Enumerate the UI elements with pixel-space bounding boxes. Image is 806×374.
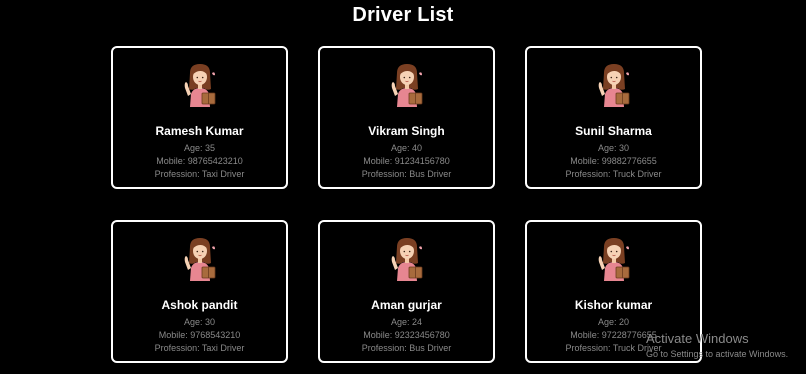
driver-mobile: Mobile: 98765423210 [156,156,243,166]
driver-age: Age: 30 [183,317,216,327]
driver-age: Age: 20 [597,317,630,327]
driver-avatar-icon [177,61,223,107]
driver-age: Age: 40 [390,143,423,153]
driver-name: Sunil Sharma [575,124,652,138]
watermark-title: Activate Windows [646,331,749,346]
driver-profession: Profession: Taxi Driver [154,343,245,353]
driver-card[interactable]: Sunil Sharma Age: 30 Mobile: 99882776655… [525,46,702,189]
driver-age: Age: 30 [597,143,630,153]
page-title: Driver List [352,4,454,26]
driver-name: Kishor kumar [574,298,653,312]
driver-mobile: Mobile: 92323456780 [363,330,450,340]
driver-mobile: Mobile: 9768543210 [158,330,241,340]
driver-profession: Profession: Bus Driver [361,343,452,353]
driver-mobile: Mobile: 99882776655 [570,156,657,166]
driver-profession: Profession: Truck Driver [565,169,662,179]
driver-grid: Ramesh Kumar Age: 35 Mobile: 98765423210… [111,46,702,363]
driver-name: Ramesh Kumar [155,124,244,138]
driver-avatar-icon [591,235,637,281]
driver-card[interactable]: Vikram Singh Age: 40 Mobile: 91234156780… [318,46,495,189]
driver-card[interactable]: Aman gurjar Age: 24 Mobile: 92323456780 … [318,220,495,363]
driver-avatar-icon [177,235,223,281]
driver-avatar-icon [591,61,637,107]
driver-age: Age: 24 [390,317,423,327]
activate-windows-watermark: Activate Windows Go to Settings to activ… [646,332,788,361]
driver-avatar-icon [384,235,430,281]
driver-mobile: Mobile: 91234156780 [363,156,450,166]
driver-card[interactable]: Ramesh Kumar Age: 35 Mobile: 98765423210… [111,46,288,189]
driver-avatar-icon [384,61,430,107]
driver-name: Vikram Singh [368,124,445,138]
driver-profession: Profession: Bus Driver [361,169,452,179]
driver-profession: Profession: Taxi Driver [154,169,245,179]
driver-name: Aman gurjar [371,298,442,312]
driver-name: Ashok pandit [161,298,238,312]
driver-age: Age: 35 [183,143,216,153]
watermark-subtitle: Go to Settings to activate Windows. [646,349,789,359]
driver-card[interactable]: Ashok pandit Age: 30 Mobile: 9768543210 … [111,220,288,363]
